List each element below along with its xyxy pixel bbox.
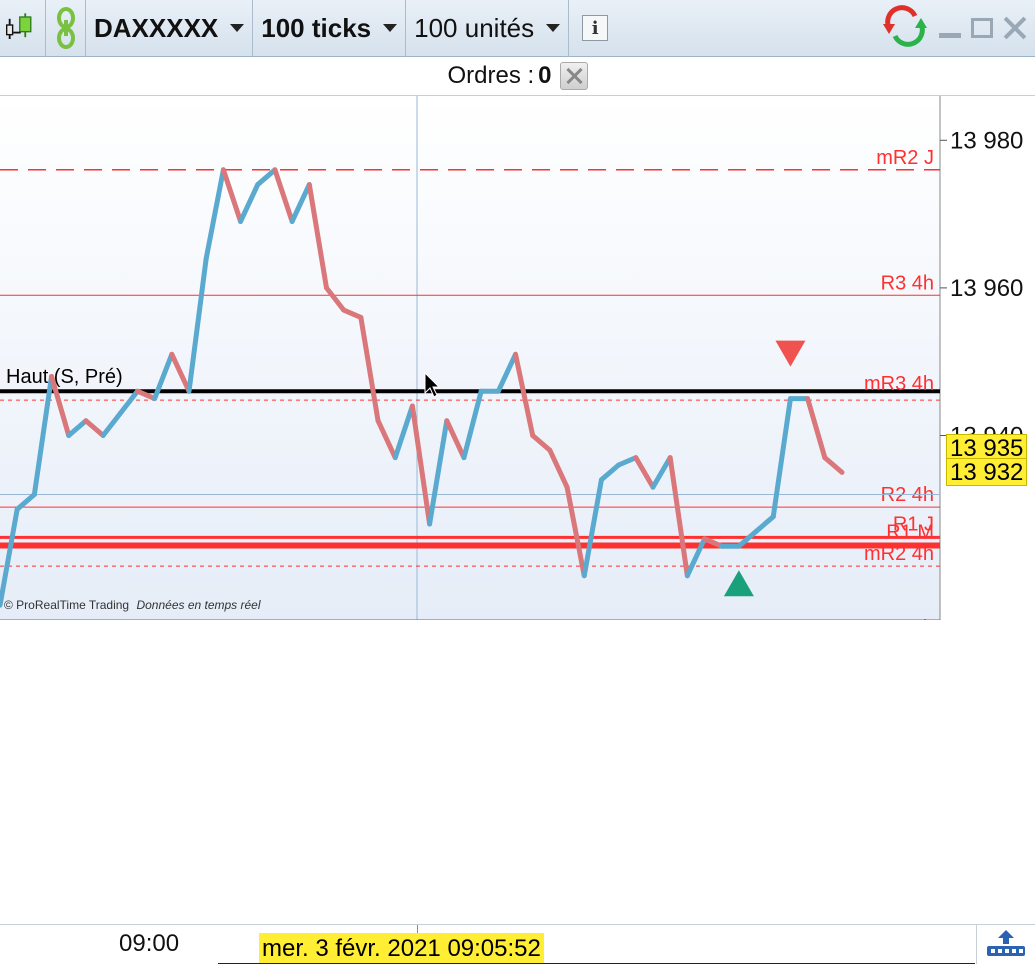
level-label-r3-4h: R3 4h [881,272,934,294]
orders-label: Ordres : [447,62,535,89]
info-icon: i [582,15,609,41]
link-icon[interactable] [46,0,86,57]
plot-background [0,96,940,620]
crosshair-date-badge: mer. 3 févr. 2021 09:05:52 [259,933,544,964]
expand-panel-button[interactable] [976,925,1035,964]
instrument-label: DAXXXXX [94,12,219,43]
watermark-note: Données en temps réel [136,598,261,612]
level-label-r1-m: R1 M [886,521,934,543]
minimize-icon[interactable] [939,32,961,38]
maximize-icon[interactable] [971,18,993,38]
window-controls [881,4,1035,53]
chevron-down-icon [230,24,245,32]
price-chart[interactable]: mR2 J R3 4h Haut (S, Pré) mR3 4h R2 4h R1 J R1… [0,96,1035,620]
units-dropdown[interactable]: 100 unités [406,0,570,57]
high-level-label: Haut (S, Pré) [6,366,123,388]
time-axis: 09:00 mer. 3 févr. 2021 09:05:52 [0,924,1035,964]
chevron-down-icon [546,24,561,32]
crosshair-price-badge: 13 932 [946,458,1028,486]
info-button[interactable]: i [569,0,621,57]
level-label-mr2-j: mR2 J [876,147,934,169]
y-tick-label: 13 960 [950,275,1023,302]
chevron-down-icon [383,24,398,32]
orders-close-icon[interactable] [559,62,588,90]
instrument-dropdown[interactable]: DAXXXXX [86,0,254,57]
y-tick-label: 13 980 [950,127,1023,154]
time-tick-label: 09:00 [119,930,180,957]
orders-count: 0 [538,62,552,89]
close-icon[interactable] [1003,16,1027,40]
toolbar: DAXXXXX 100 ticks 100 unités i [0,0,1035,57]
watermark-brand: © ProRealTime Trading [4,598,130,612]
watermark: © ProRealTime Trading Données en temps r… [4,598,261,612]
orders-bar: Ordres : 0 [0,57,1035,96]
period-label: 100 ticks [261,12,372,43]
level-label-mr3-4h: mR3 4h [864,373,934,395]
level-label-r1-4h: R1 4h [881,617,934,620]
chart-canvas[interactable]: mR2 JR3 4hHaut (S, Pré) mR3 4hR2 4hR1 JR1… [0,96,1035,620]
level-label-r2-4h: R2 4h [881,484,934,506]
units-label: 100 unités [414,12,535,43]
upload-icon [987,930,1025,956]
refresh-icon[interactable] [881,4,929,53]
period-dropdown[interactable]: 100 ticks [253,0,407,57]
level-label-mr2-4h: mR2 4h [864,543,934,565]
candlestick-icon[interactable] [0,0,46,57]
